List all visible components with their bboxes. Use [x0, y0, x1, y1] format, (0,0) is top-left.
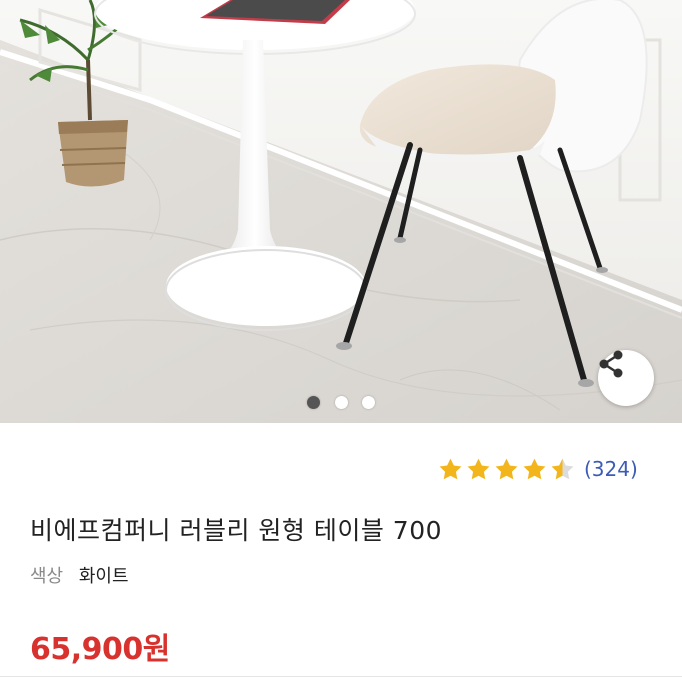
- carousel-dot-1[interactable]: [307, 396, 320, 409]
- product-price: 65,900원: [30, 632, 170, 667]
- carousel-pagination: [0, 396, 682, 410]
- product-option: 색상 화이트: [30, 562, 129, 588]
- star-half-icon: [551, 458, 574, 479]
- review-count-link[interactable]: (324): [584, 457, 638, 481]
- star-full-icon: [495, 458, 518, 479]
- divider: [0, 676, 682, 677]
- product-title: 비에프컴퍼니 러블리 원형 테이블 700: [30, 516, 443, 545]
- product-image-carousel[interactable]: [0, 0, 682, 423]
- share-icon: [599, 350, 623, 378]
- product-photo: [0, 0, 682, 423]
- star-full-icon: [523, 458, 546, 479]
- rating-summary[interactable]: (324): [438, 450, 638, 488]
- carousel-dot-2[interactable]: [335, 396, 348, 409]
- option-value: 화이트: [78, 566, 129, 587]
- star-full-icon: [467, 458, 490, 479]
- option-label: 색상: [30, 566, 64, 587]
- star-full-icon: [439, 458, 462, 479]
- carousel-dot-3[interactable]: [362, 396, 375, 409]
